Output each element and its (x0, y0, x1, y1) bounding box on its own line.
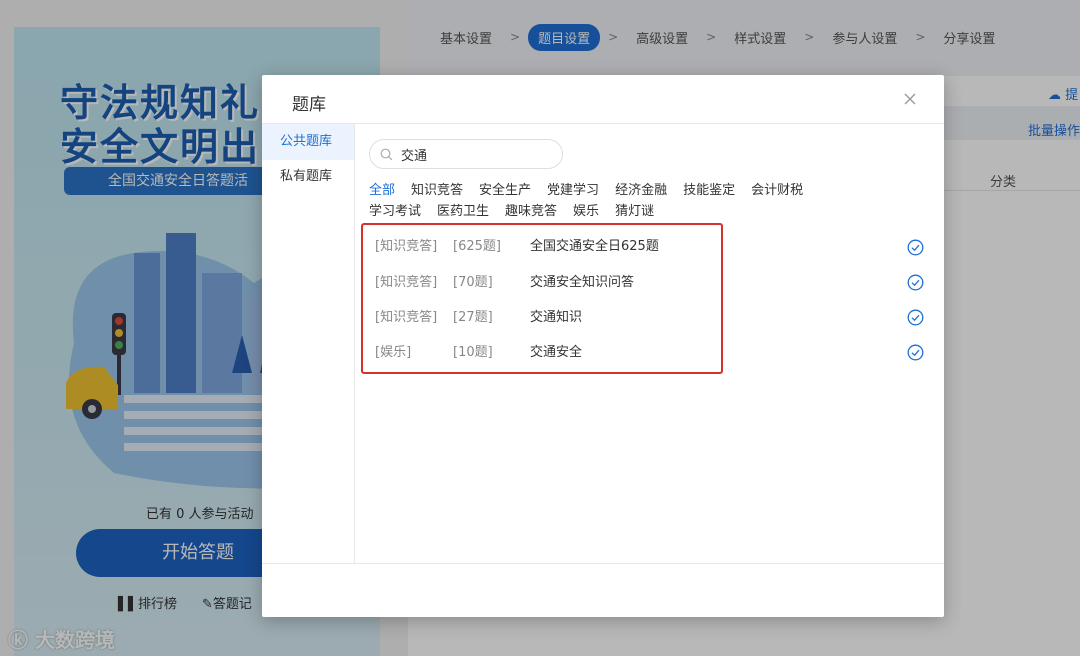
result-question-count: [27题] (453, 310, 493, 325)
check-circle-icon[interactable] (907, 344, 924, 361)
result-category-tag: [知识竞答] (375, 310, 438, 325)
category-all[interactable]: 全部 (369, 181, 395, 200)
category-party-study[interactable]: 党建学习 (547, 181, 599, 200)
dialog-header-divider (262, 123, 944, 124)
category-economy-finance[interactable]: 经济金融 (615, 181, 667, 200)
check-circle-icon[interactable] (907, 239, 924, 256)
close-icon[interactable] (902, 91, 918, 107)
search-icon (380, 148, 393, 160)
category-fun-quiz[interactable]: 趣味竞答 (505, 202, 557, 221)
result-category-tag: [知识竞答] (375, 239, 438, 254)
dialog-footer-divider (262, 563, 944, 564)
result-question-count: [70题] (453, 275, 493, 290)
sidebar-item-public[interactable]: 公共题库 (262, 124, 354, 160)
question-bank-dialog: 题库 公共题库 私有题库 全部知识竞答安全生产党建学习经济金融技能鉴定会计财税 … (262, 75, 944, 617)
result-question-count: [10题] (453, 345, 493, 360)
category-accounting-tax[interactable]: 会计财税 (751, 181, 803, 200)
result-bank-name: 交通安全知识问答 (530, 275, 635, 290)
category-knowledge-quiz[interactable]: 知识竞答 (411, 181, 463, 200)
result-category-tag: [娱乐] (375, 345, 412, 360)
category-skill-assessment[interactable]: 技能鉴定 (683, 181, 735, 200)
category-study-exam[interactable]: 学习考试 (369, 202, 421, 221)
check-circle-icon[interactable] (907, 274, 924, 291)
search-box (369, 139, 563, 169)
dialog-title: 题库 (292, 95, 326, 115)
category-medicine-health[interactable]: 医药卫生 (437, 202, 489, 221)
check-circle-icon[interactable] (907, 309, 924, 326)
category-safety-production[interactable]: 安全生产 (479, 181, 531, 200)
result-bank-name: 交通知识 (530, 310, 583, 325)
result-category-tag: [知识竞答] (375, 275, 438, 290)
result-question-count: [625题] (453, 239, 501, 254)
search-input[interactable] (399, 145, 553, 163)
category-entertainment[interactable]: 娱乐 (573, 202, 599, 221)
category-filter: 全部 知识竞答 安全生产 党建学习 经济金融 技能鉴定 会计财税 学习考试 医药卫生 趣味竞答娱… (369, 179, 889, 221)
bank-type-sidebar: 公共题库 私有题库 (262, 124, 355, 563)
sidebar-item-private[interactable]: 私有题库 (262, 159, 354, 195)
result-bank-name: 全国交通安全日625题 (530, 239, 659, 254)
result-bank-name: 交通安全 (530, 345, 583, 360)
category-lantern-riddles[interactable]: 猜灯谜 (615, 202, 654, 221)
